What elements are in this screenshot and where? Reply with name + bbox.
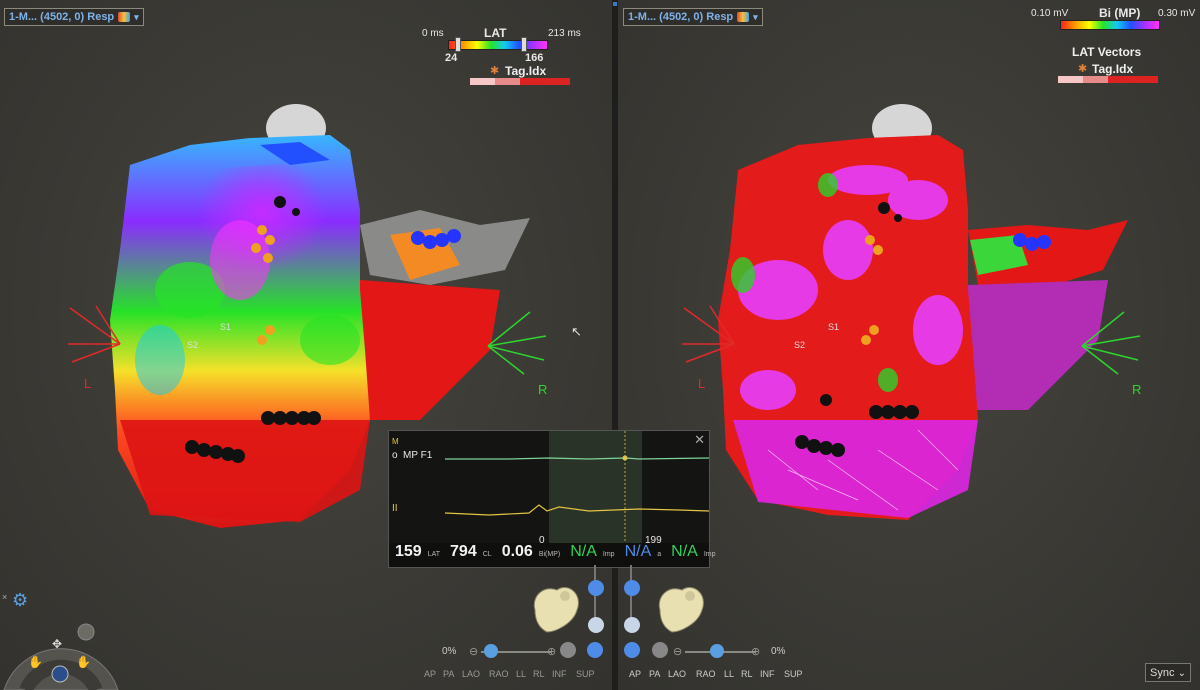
left-collapse-button[interactable]: [588, 617, 604, 633]
chevron-down-icon: ▾: [753, 12, 758, 22]
gear-icon[interactable]: ⚙: [12, 590, 28, 611]
right-collapse-button[interactable]: [624, 617, 640, 633]
right-map-selector[interactable]: 1-M... (4502, 0) Resp ▾: [623, 8, 763, 26]
left-rotate-button[interactable]: [587, 642, 603, 658]
point-label-s1: S1: [220, 322, 231, 332]
bi-max-label: 0.30 mV: [1158, 8, 1196, 19]
zoom-out-icon[interactable]: ⊖: [469, 645, 478, 658]
right-heart-orientation-icon[interactable]: [650, 580, 710, 635]
tag-icon: ✱: [490, 65, 500, 77]
right-tag-scale: [1058, 76, 1158, 83]
svg-text:✥: ✥: [52, 637, 62, 651]
view-ll-button[interactable]: LL: [516, 669, 526, 679]
left-zoom-label: 0%: [442, 646, 457, 657]
na-value-2: N/A: [624, 543, 652, 560]
lat-color-scale[interactable]: [448, 40, 548, 50]
bi-scale-title: Bi (MP): [1099, 6, 1141, 20]
right-zoom-knob[interactable]: [710, 644, 724, 658]
na-value-1: N/A: [570, 543, 597, 560]
view-rao-button[interactable]: RAO: [696, 669, 716, 679]
cl-value: 794: [450, 543, 477, 560]
zoom-in-icon[interactable]: ⊕: [547, 645, 556, 658]
sync-label: Sync: [1150, 667, 1175, 679]
view-ll-button[interactable]: LL: [724, 669, 734, 679]
lat-max-label: 213 ms: [548, 28, 581, 39]
cl-unit: CL: [482, 551, 492, 558]
sync-dropdown[interactable]: Sync ⌄: [1145, 663, 1191, 682]
view-ap-button[interactable]: AP: [629, 669, 641, 679]
orientation-r-label: R: [1132, 382, 1141, 397]
left-orientation-marker: L: [682, 305, 735, 391]
lat-high-value: 166: [525, 52, 544, 64]
orientation-l-label: L: [698, 376, 705, 391]
ecg-traces: [444, 431, 709, 543]
chevron-down-icon: ⌄: [1177, 668, 1186, 679]
lat-vectors-label: LAT Vectors: [1072, 45, 1142, 59]
left-reset-button[interactable]: [560, 642, 576, 658]
svg-text:✋: ✋: [76, 655, 91, 669]
left-orientation-marker: L: [68, 305, 121, 391]
right-map-selector-label: 1-M... (4502, 0) Resp: [628, 11, 734, 23]
view-rao-button[interactable]: RAO: [489, 669, 509, 679]
ecg-signal-panel[interactable]: ✕ M o MP F1 II 0 199 159 LAT 794 CL 0.06 Bi…: [388, 430, 715, 568]
view-sup-button[interactable]: SUP: [576, 669, 595, 679]
view-rl-button[interactable]: RL: [533, 669, 545, 679]
view-inf-button[interactable]: INF: [760, 669, 775, 679]
lat-low-value: 24: [445, 52, 458, 64]
map-type-icon: [118, 12, 131, 22]
view-ap-button[interactable]: AP: [424, 669, 436, 679]
svg-text:✋: ✋: [28, 655, 43, 669]
map-type-icon: [737, 12, 750, 22]
orientation-r-label: R: [538, 382, 547, 397]
na-unit-3: Imp: [703, 551, 716, 558]
left-zoom-knob[interactable]: [484, 644, 498, 658]
view-rl-button[interactable]: RL: [741, 669, 753, 679]
view-pa-button[interactable]: PA: [443, 669, 454, 679]
mouse-cursor-icon: ↖: [571, 324, 582, 339]
lat-scale-title: LAT: [484, 26, 507, 40]
right-orientation-marker: R: [487, 311, 547, 397]
left-heart-orientation-icon[interactable]: [525, 580, 585, 635]
zoom-out-icon[interactable]: ⊖: [673, 645, 682, 658]
lat-min-label: 0 ms: [422, 28, 444, 39]
right-zoom-label: 0%: [771, 646, 786, 657]
point-label-s2: S2: [794, 340, 805, 350]
na-unit-1: Imp: [602, 551, 615, 558]
left-map-selector-label: 1-M... (4502, 0) Resp: [9, 11, 115, 23]
lat-value: 159: [395, 543, 422, 560]
left-map-selector[interactable]: 1-M... (4502, 0) Resp ▾: [4, 8, 144, 26]
navigation-control[interactable]: ✋ ✋ ✥: [0, 610, 122, 690]
chevron-down-icon: ▾: [134, 12, 139, 22]
zoom-in-icon[interactable]: ⊕: [751, 645, 760, 658]
orientation-l-label: L: [84, 376, 91, 391]
bi-min-label: 0.10 mV: [1031, 8, 1069, 19]
close-icon[interactable]: ×: [2, 592, 7, 602]
tag-icon: ✱: [1078, 63, 1088, 75]
view-sup-button[interactable]: SUP: [784, 669, 803, 679]
view-lao-button[interactable]: LAO: [462, 669, 480, 679]
left-slider-knob[interactable]: [588, 580, 604, 596]
right-orientation-marker: R: [1081, 311, 1141, 397]
view-lao-button[interactable]: LAO: [668, 669, 686, 679]
bi-unit: Bi(MP): [538, 551, 561, 558]
ecg-readout-bar: 159 LAT 794 CL 0.06 Bi(MP) N/A Imp N/A a N/A I…: [389, 543, 715, 567]
right-rotate-button[interactable]: [624, 642, 640, 658]
lat-unit: LAT: [427, 551, 441, 558]
point-label-s2: S2: [187, 340, 198, 350]
view-pa-button[interactable]: PA: [649, 669, 660, 679]
na-unit-2: a: [657, 551, 662, 558]
right-slider-knob[interactable]: [624, 580, 640, 596]
left-tag-scale: [470, 78, 570, 85]
right-tag-label: Tag.Idx: [1092, 62, 1134, 76]
point-label-s1: S1: [828, 322, 839, 332]
na-value-3: N/A: [671, 543, 698, 560]
bi-color-scale[interactable]: [1060, 20, 1160, 30]
lat-low-handle[interactable]: [455, 37, 461, 52]
left-map-view[interactable]: 1-M... (4502, 0) Resp ▾ 0 ms LAT 213 ms …: [0, 0, 612, 690]
right-reset-button[interactable]: [652, 642, 668, 658]
view-inf-button[interactable]: INF: [552, 669, 567, 679]
left-tag-label: Tag.Idx: [505, 64, 547, 78]
bi-value: 0.06: [501, 543, 533, 560]
lat-high-handle[interactable]: [521, 37, 527, 52]
